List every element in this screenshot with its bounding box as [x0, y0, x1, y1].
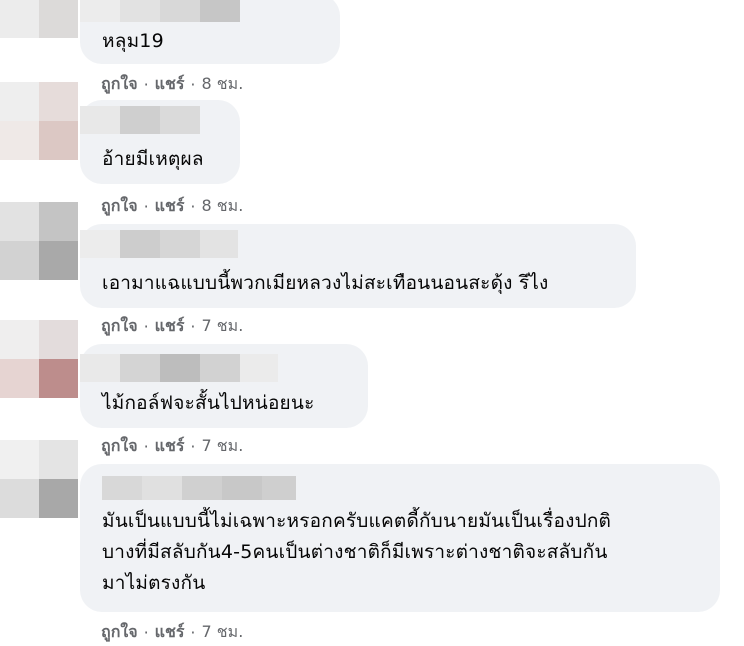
comment-actions: ถูกใจ · แชร์ · 7 ชม. — [101, 314, 243, 339]
share-button[interactable]: แชร์ — [155, 620, 185, 645]
separator-dot: · — [143, 317, 149, 336]
separator-dot: · — [190, 197, 196, 216]
commenter-name[interactable] — [80, 230, 238, 258]
timestamp[interactable]: 7 ชม. — [202, 314, 244, 339]
avatar[interactable] — [0, 202, 78, 280]
comment-bubble: ไม้กอล์ฟจะสั้นไปหน่อยนะ — [80, 344, 368, 428]
commenter-name[interactable] — [80, 0, 240, 22]
like-button[interactable]: ถูกใจ — [101, 620, 138, 645]
share-button[interactable]: แชร์ — [155, 434, 185, 459]
comment-text: เอามาแฉแบบนี้พวกเมียหลวงไม่สะเทือนนอนสะด… — [102, 272, 549, 294]
comment-text: หลุม19 — [102, 30, 164, 52]
commenter-name[interactable] — [102, 476, 296, 500]
timestamp[interactable]: 7 ชม. — [202, 620, 244, 645]
comment-actions: ถูกใจ · แชร์ · 7 ชม. — [101, 434, 243, 459]
comment-actions: ถูกใจ · แชร์ · 8 ชม. — [101, 194, 243, 219]
like-button[interactable]: ถูกใจ — [101, 314, 138, 339]
comment-actions: ถูกใจ · แชร์ · 7 ชม. — [101, 620, 243, 645]
like-button[interactable]: ถูกใจ — [101, 434, 138, 459]
like-button[interactable]: ถูกใจ — [101, 72, 138, 97]
separator-dot: · — [143, 437, 149, 456]
separator-dot: · — [143, 75, 149, 94]
avatar[interactable] — [0, 320, 78, 398]
comment-text: อ้ายมีเหตุผล — [102, 148, 204, 170]
commenter-name[interactable] — [80, 354, 278, 382]
separator-dot: · — [190, 623, 196, 642]
separator-dot: · — [190, 437, 196, 456]
share-button[interactable]: แชร์ — [155, 194, 185, 219]
avatar[interactable] — [0, 0, 78, 38]
share-button[interactable]: แชร์ — [155, 72, 185, 97]
comment-bubble: เอามาแฉแบบนี้พวกเมียหลวงไม่สะเทือนนอนสะด… — [80, 224, 636, 308]
comment-bubble: อ้ายมีเหตุผล — [80, 100, 240, 184]
share-button[interactable]: แชร์ — [155, 314, 185, 339]
comment-bubble: หลุม19 — [80, 0, 340, 64]
separator-dot: · — [143, 623, 149, 642]
comment-bubble: มันเป็นแบบนี้ไม่เฉพาะหรอกครับแคตดี้กับนา… — [80, 464, 720, 612]
comment-actions: ถูกใจ · แชร์ · 8 ชม. — [101, 72, 243, 97]
avatar[interactable] — [0, 82, 78, 160]
comment-text: ไม้กอล์ฟจะสั้นไปหน่อยนะ — [102, 392, 315, 414]
separator-dot: · — [190, 75, 196, 94]
separator-dot: · — [143, 197, 149, 216]
comment-text: มันเป็นแบบนี้ไม่เฉพาะหรอกครับแคตดี้กับนา… — [102, 510, 612, 594]
timestamp[interactable]: 8 ชม. — [202, 194, 244, 219]
timestamp[interactable]: 8 ชม. — [202, 72, 244, 97]
avatar[interactable] — [0, 440, 78, 518]
timestamp[interactable]: 7 ชม. — [202, 434, 244, 459]
commenter-name[interactable] — [80, 106, 200, 134]
separator-dot: · — [190, 317, 196, 336]
like-button[interactable]: ถูกใจ — [101, 194, 138, 219]
